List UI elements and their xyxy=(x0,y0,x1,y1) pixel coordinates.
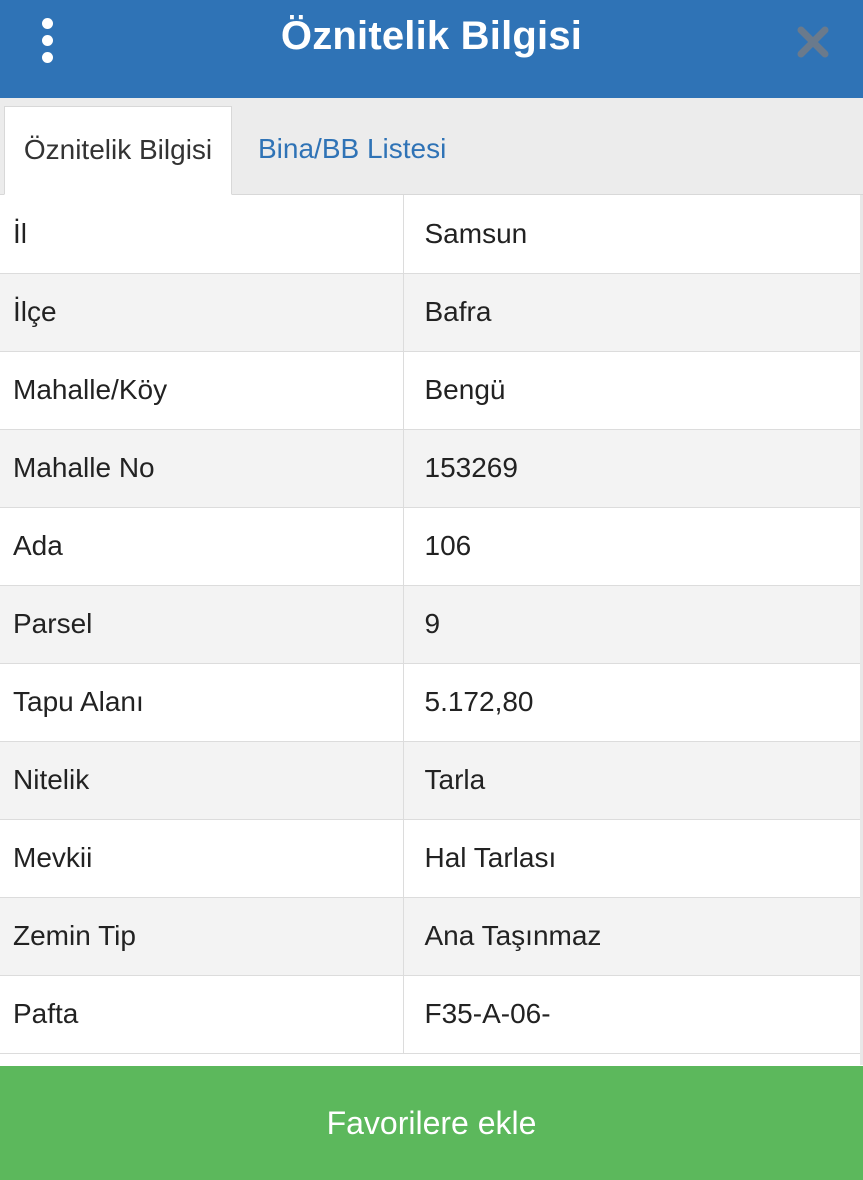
attribute-value: Hal Tarlası xyxy=(403,819,860,898)
attribute-key: Mahalle No xyxy=(0,429,404,508)
attribute-key: Zemin Tip xyxy=(0,897,404,976)
table-row: Nitelik Tarla xyxy=(0,741,860,820)
table-row: İl Samsun xyxy=(0,195,860,274)
table-row: Ada 106 xyxy=(0,507,860,586)
table-row: Mevkii Hal Tarlası xyxy=(0,819,860,898)
tab-bar: Öznitelik Bilgisi Bina/BB Listesi xyxy=(0,98,863,195)
close-icon xyxy=(797,26,829,58)
attribute-key: İlçe xyxy=(0,273,404,352)
table-row: İlçe Bafra xyxy=(0,273,860,352)
attribute-value: 5.172,80 xyxy=(403,663,860,742)
attribute-key: Pafta xyxy=(0,975,404,1054)
attribute-key: İl xyxy=(0,195,404,274)
close-button[interactable] xyxy=(793,22,833,62)
tab-attribute-info[interactable]: Öznitelik Bilgisi xyxy=(4,106,232,195)
table-row: Zemin Tip Ana Taşınmaz xyxy=(0,897,860,976)
attribute-key: Parsel xyxy=(0,585,404,664)
attribute-value: Bafra xyxy=(403,273,860,352)
attribute-value: 153269 xyxy=(403,429,860,508)
table-row: Mahalle No 153269 xyxy=(0,429,860,508)
attribute-key: Ada xyxy=(0,507,404,586)
tab-building-list[interactable]: Bina/BB Listesi xyxy=(258,106,446,195)
attribute-value: Samsun xyxy=(403,195,860,274)
attribute-key: Nitelik xyxy=(0,741,404,820)
attribute-value: Ana Taşınmaz xyxy=(403,897,860,976)
attribute-table: İl Samsun İlçe Bafra Mahalle/Köy Bengü Mahalle… xyxy=(0,195,860,1054)
attribute-value: Bengü xyxy=(403,351,860,430)
table-row: Mahalle/Köy Bengü xyxy=(0,351,860,430)
attribute-key: Tapu Alanı xyxy=(0,663,404,742)
table-row: Parsel 9 xyxy=(0,585,860,664)
add-favorite-button[interactable]: Favorilere ekle xyxy=(0,1066,863,1180)
header-bar: Öznitelik Bilgisi xyxy=(0,0,863,98)
attribute-value: 106 xyxy=(403,507,860,586)
table-row: Pafta F35-A-06- xyxy=(0,975,860,1054)
attribute-key: Mevkii xyxy=(0,819,404,898)
table-row: Tapu Alanı 5.172,80 xyxy=(0,663,860,742)
page-title: Öznitelik Bilgisi xyxy=(280,14,583,58)
attribute-value: Tarla xyxy=(403,741,860,820)
attribute-info-dialog: Öznitelik Bilgisi Öznitelik Bilgisi Bina… xyxy=(0,0,863,1180)
attribute-value: F35-A-06- xyxy=(403,975,860,1054)
attribute-key: Mahalle/Köy xyxy=(0,351,404,430)
attribute-value: 9 xyxy=(403,585,860,664)
